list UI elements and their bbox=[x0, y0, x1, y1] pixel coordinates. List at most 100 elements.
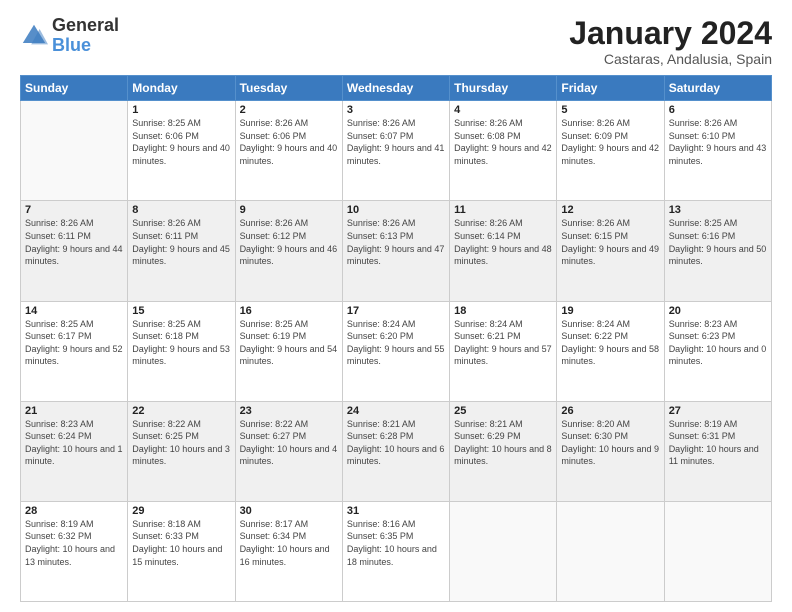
calendar-cell: 23Sunrise: 8:22 AMSunset: 6:27 PMDayligh… bbox=[235, 401, 342, 501]
day-number: 9 bbox=[240, 204, 338, 216]
day-number: 29 bbox=[132, 505, 230, 517]
calendar-cell: 15Sunrise: 8:25 AMSunset: 6:18 PMDayligh… bbox=[128, 301, 235, 401]
day-number: 5 bbox=[561, 104, 659, 116]
header-wednesday: Wednesday bbox=[342, 76, 449, 101]
calendar-cell: 13Sunrise: 8:25 AMSunset: 6:16 PMDayligh… bbox=[664, 201, 771, 301]
calendar-cell: 10Sunrise: 8:26 AMSunset: 6:13 PMDayligh… bbox=[342, 201, 449, 301]
page: General Blue January 2024 Castaras, Anda… bbox=[0, 0, 792, 612]
calendar-cell: 26Sunrise: 8:20 AMSunset: 6:30 PMDayligh… bbox=[557, 401, 664, 501]
calendar-cell: 16Sunrise: 8:25 AMSunset: 6:19 PMDayligh… bbox=[235, 301, 342, 401]
day-info: Sunrise: 8:16 AMSunset: 6:35 PMDaylight:… bbox=[347, 518, 445, 568]
day-number: 28 bbox=[25, 505, 123, 517]
day-number: 10 bbox=[347, 204, 445, 216]
title-section: January 2024 Castaras, Andalusia, Spain bbox=[569, 16, 772, 67]
day-info: Sunrise: 8:19 AMSunset: 6:31 PMDaylight:… bbox=[669, 418, 767, 468]
calendar-cell: 21Sunrise: 8:23 AMSunset: 6:24 PMDayligh… bbox=[21, 401, 128, 501]
day-number: 23 bbox=[240, 405, 338, 417]
day-info: Sunrise: 8:17 AMSunset: 6:34 PMDaylight:… bbox=[240, 518, 338, 568]
day-number: 26 bbox=[561, 405, 659, 417]
calendar-cell: 20Sunrise: 8:23 AMSunset: 6:23 PMDayligh… bbox=[664, 301, 771, 401]
day-number: 1 bbox=[132, 104, 230, 116]
calendar-cell: 28Sunrise: 8:19 AMSunset: 6:32 PMDayligh… bbox=[21, 501, 128, 601]
calendar-cell: 18Sunrise: 8:24 AMSunset: 6:21 PMDayligh… bbox=[450, 301, 557, 401]
location-subtitle: Castaras, Andalusia, Spain bbox=[569, 51, 772, 67]
header-thursday: Thursday bbox=[450, 76, 557, 101]
day-number: 24 bbox=[347, 405, 445, 417]
calendar-cell: 2Sunrise: 8:26 AMSunset: 6:06 PMDaylight… bbox=[235, 101, 342, 201]
calendar-cell: 29Sunrise: 8:18 AMSunset: 6:33 PMDayligh… bbox=[128, 501, 235, 601]
day-number: 27 bbox=[669, 405, 767, 417]
calendar-cell: 27Sunrise: 8:19 AMSunset: 6:31 PMDayligh… bbox=[664, 401, 771, 501]
day-info: Sunrise: 8:25 AMSunset: 6:16 PMDaylight:… bbox=[669, 217, 767, 267]
header-sunday: Sunday bbox=[21, 76, 128, 101]
header: General Blue January 2024 Castaras, Anda… bbox=[20, 16, 772, 67]
day-number: 13 bbox=[669, 204, 767, 216]
day-info: Sunrise: 8:26 AMSunset: 6:11 PMDaylight:… bbox=[25, 217, 123, 267]
header-friday: Friday bbox=[557, 76, 664, 101]
day-info: Sunrise: 8:26 AMSunset: 6:13 PMDaylight:… bbox=[347, 217, 445, 267]
day-info: Sunrise: 8:26 AMSunset: 6:10 PMDaylight:… bbox=[669, 117, 767, 167]
day-number: 20 bbox=[669, 305, 767, 317]
day-info: Sunrise: 8:25 AMSunset: 6:06 PMDaylight:… bbox=[132, 117, 230, 167]
day-info: Sunrise: 8:25 AMSunset: 6:19 PMDaylight:… bbox=[240, 318, 338, 368]
day-number: 31 bbox=[347, 505, 445, 517]
calendar-cell bbox=[664, 501, 771, 601]
calendar-cell: 1Sunrise: 8:25 AMSunset: 6:06 PMDaylight… bbox=[128, 101, 235, 201]
calendar-week-row: 1Sunrise: 8:25 AMSunset: 6:06 PMDaylight… bbox=[21, 101, 772, 201]
calendar-table: Sunday Monday Tuesday Wednesday Thursday… bbox=[20, 75, 772, 602]
calendar-cell: 30Sunrise: 8:17 AMSunset: 6:34 PMDayligh… bbox=[235, 501, 342, 601]
day-info: Sunrise: 8:23 AMSunset: 6:24 PMDaylight:… bbox=[25, 418, 123, 468]
calendar-cell bbox=[450, 501, 557, 601]
calendar-cell: 24Sunrise: 8:21 AMSunset: 6:28 PMDayligh… bbox=[342, 401, 449, 501]
day-info: Sunrise: 8:26 AMSunset: 6:07 PMDaylight:… bbox=[347, 117, 445, 167]
month-title: January 2024 bbox=[569, 16, 772, 51]
calendar-cell: 22Sunrise: 8:22 AMSunset: 6:25 PMDayligh… bbox=[128, 401, 235, 501]
day-number: 12 bbox=[561, 204, 659, 216]
calendar-cell: 25Sunrise: 8:21 AMSunset: 6:29 PMDayligh… bbox=[450, 401, 557, 501]
calendar-week-row: 7Sunrise: 8:26 AMSunset: 6:11 PMDaylight… bbox=[21, 201, 772, 301]
calendar-cell: 19Sunrise: 8:24 AMSunset: 6:22 PMDayligh… bbox=[557, 301, 664, 401]
calendar-cell: 17Sunrise: 8:24 AMSunset: 6:20 PMDayligh… bbox=[342, 301, 449, 401]
day-number: 17 bbox=[347, 305, 445, 317]
calendar-week-row: 21Sunrise: 8:23 AMSunset: 6:24 PMDayligh… bbox=[21, 401, 772, 501]
day-number: 14 bbox=[25, 305, 123, 317]
day-info: Sunrise: 8:21 AMSunset: 6:28 PMDaylight:… bbox=[347, 418, 445, 468]
day-info: Sunrise: 8:26 AMSunset: 6:12 PMDaylight:… bbox=[240, 217, 338, 267]
day-info: Sunrise: 8:25 AMSunset: 6:18 PMDaylight:… bbox=[132, 318, 230, 368]
logo: General Blue bbox=[20, 16, 119, 56]
calendar-cell: 14Sunrise: 8:25 AMSunset: 6:17 PMDayligh… bbox=[21, 301, 128, 401]
calendar-cell bbox=[21, 101, 128, 201]
calendar-week-row: 14Sunrise: 8:25 AMSunset: 6:17 PMDayligh… bbox=[21, 301, 772, 401]
day-number: 25 bbox=[454, 405, 552, 417]
logo-general: General bbox=[52, 15, 119, 35]
calendar-cell: 31Sunrise: 8:16 AMSunset: 6:35 PMDayligh… bbox=[342, 501, 449, 601]
day-info: Sunrise: 8:26 AMSunset: 6:15 PMDaylight:… bbox=[561, 217, 659, 267]
header-tuesday: Tuesday bbox=[235, 76, 342, 101]
day-info: Sunrise: 8:21 AMSunset: 6:29 PMDaylight:… bbox=[454, 418, 552, 468]
header-monday: Monday bbox=[128, 76, 235, 101]
day-info: Sunrise: 8:25 AMSunset: 6:17 PMDaylight:… bbox=[25, 318, 123, 368]
day-number: 16 bbox=[240, 305, 338, 317]
day-info: Sunrise: 8:24 AMSunset: 6:20 PMDaylight:… bbox=[347, 318, 445, 368]
day-number: 6 bbox=[669, 104, 767, 116]
day-number: 3 bbox=[347, 104, 445, 116]
day-number: 19 bbox=[561, 305, 659, 317]
day-number: 2 bbox=[240, 104, 338, 116]
calendar-cell: 7Sunrise: 8:26 AMSunset: 6:11 PMDaylight… bbox=[21, 201, 128, 301]
day-number: 11 bbox=[454, 204, 552, 216]
calendar-cell: 6Sunrise: 8:26 AMSunset: 6:10 PMDaylight… bbox=[664, 101, 771, 201]
logo-text: General Blue bbox=[52, 16, 119, 56]
day-number: 7 bbox=[25, 204, 123, 216]
calendar-header-row: Sunday Monday Tuesday Wednesday Thursday… bbox=[21, 76, 772, 101]
day-info: Sunrise: 8:26 AMSunset: 6:11 PMDaylight:… bbox=[132, 217, 230, 267]
day-info: Sunrise: 8:20 AMSunset: 6:30 PMDaylight:… bbox=[561, 418, 659, 468]
day-info: Sunrise: 8:23 AMSunset: 6:23 PMDaylight:… bbox=[669, 318, 767, 368]
calendar-cell: 3Sunrise: 8:26 AMSunset: 6:07 PMDaylight… bbox=[342, 101, 449, 201]
day-number: 18 bbox=[454, 305, 552, 317]
calendar-cell: 11Sunrise: 8:26 AMSunset: 6:14 PMDayligh… bbox=[450, 201, 557, 301]
day-info: Sunrise: 8:22 AMSunset: 6:27 PMDaylight:… bbox=[240, 418, 338, 468]
calendar-cell: 9Sunrise: 8:26 AMSunset: 6:12 PMDaylight… bbox=[235, 201, 342, 301]
logo-icon bbox=[20, 22, 48, 50]
calendar-cell: 12Sunrise: 8:26 AMSunset: 6:15 PMDayligh… bbox=[557, 201, 664, 301]
calendar-cell: 8Sunrise: 8:26 AMSunset: 6:11 PMDaylight… bbox=[128, 201, 235, 301]
